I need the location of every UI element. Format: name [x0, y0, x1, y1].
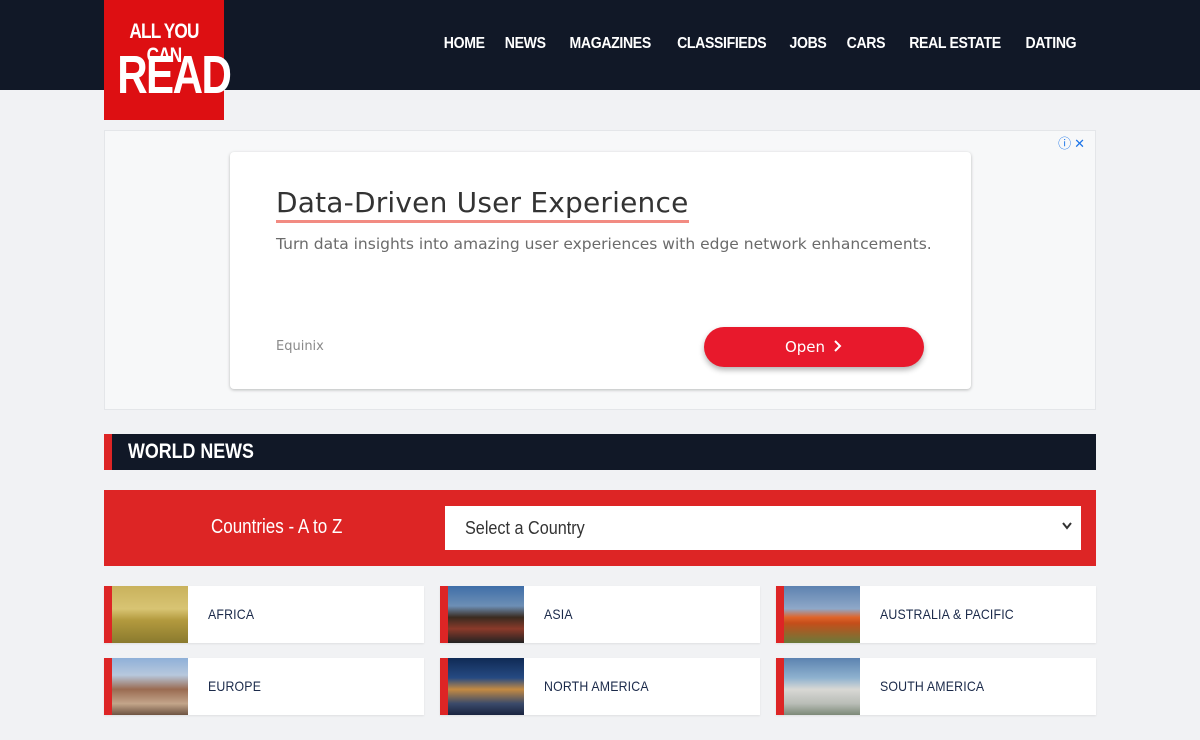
nav-classifieds[interactable]: CLASSIFIEDS	[677, 35, 767, 53]
region-label: AFRICA	[208, 606, 255, 622]
region-label: ASIA	[544, 606, 573, 622]
region-label: AUSTRALIA & PACIFIC	[880, 606, 1014, 622]
nav-real-estate[interactable]: REAL ESTATE	[909, 35, 1001, 53]
country-select-value: Select a Country	[465, 518, 585, 538]
region-card-asia[interactable]: ASIA	[440, 586, 760, 643]
countries-panel: Countries - A to Z Select a Country	[104, 490, 1096, 566]
ad-open-button[interactable]: Open	[704, 327, 924, 367]
region-label: NORTH AMERICA	[544, 678, 649, 694]
chevron-down-icon	[1061, 516, 1073, 541]
countries-label: Countries - A to Z	[211, 516, 343, 538]
ad-open-label: Open	[784, 338, 826, 356]
ad-card[interactable]: Data-Driven User Experience Turn data in…	[230, 152, 971, 389]
nav-magazines[interactable]: MAGAZINES	[569, 35, 651, 53]
ad-banner: ⓘ ✕ Data-Driven User Experience Turn data…	[104, 130, 1096, 410]
section-title: WORLD NEWS	[128, 440, 254, 463]
region-card-north-america[interactable]: NORTH AMERICA	[440, 658, 760, 715]
region-card-south-america[interactable]: SOUTH AMERICA	[776, 658, 1096, 715]
country-select[interactable]: Select a Country	[445, 506, 1081, 550]
nav-jobs[interactable]: JOBS	[790, 35, 827, 53]
site-logo[interactable]: ALL YOU CAN READ	[104, 0, 232, 120]
close-icon[interactable]: ✕	[1074, 136, 1085, 151]
north-america-photo	[448, 658, 524, 715]
chevron-right-icon	[833, 338, 843, 356]
region-card-europe[interactable]: EUROPE	[104, 658, 424, 715]
region-label: SOUTH AMERICA	[880, 678, 985, 694]
main-nav: HOME NEWS MAGAZINES CLASSIFIEDS JOBS CAR…	[426, 35, 1080, 53]
ad-brand: Equinix	[276, 339, 324, 354]
region-card-africa[interactable]: AFRICA	[104, 586, 424, 643]
europe-photo	[112, 658, 188, 715]
nav-news[interactable]: NEWS	[505, 35, 546, 53]
south-america-photo	[784, 658, 860, 715]
world-news-header: WORLD NEWS	[104, 434, 1096, 470]
africa-photo	[112, 586, 188, 643]
ad-description: Turn data insights into amazing user exp…	[276, 235, 932, 253]
region-label: EUROPE	[208, 678, 262, 694]
ad-controls: ⓘ ✕	[1055, 133, 1085, 152]
nav-home[interactable]: HOME	[444, 35, 485, 53]
asia-photo	[448, 586, 524, 643]
region-card-australia-pacific[interactable]: AUSTRALIA & PACIFIC	[776, 586, 1096, 643]
ad-title[interactable]: Data-Driven User Experience	[276, 186, 689, 223]
australia-photo	[784, 586, 860, 643]
info-icon[interactable]: ⓘ	[1058, 136, 1071, 151]
nav-dating[interactable]: DATING	[1026, 35, 1077, 53]
nav-cars[interactable]: CARS	[847, 35, 886, 53]
logo-wordmark: READ	[117, 45, 232, 105]
